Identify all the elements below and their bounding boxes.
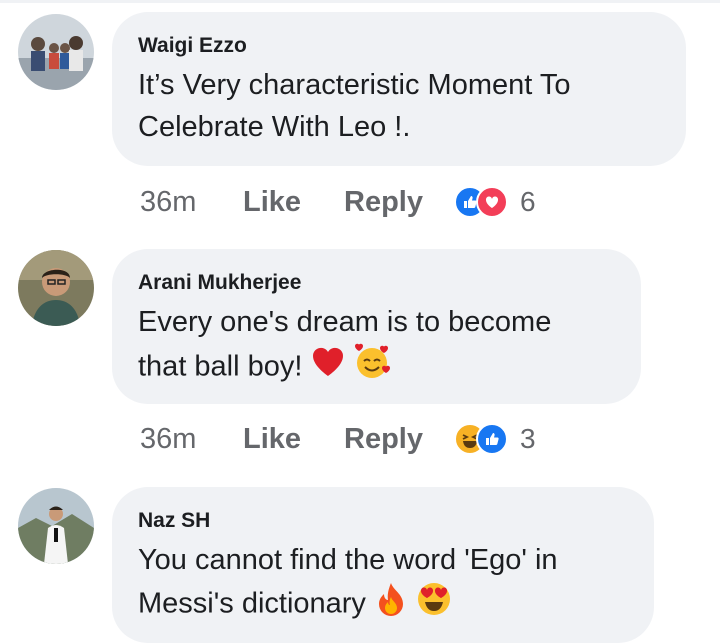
like-icon — [476, 423, 508, 455]
avatar[interactable] — [18, 488, 94, 564]
heart-eyes-emoji — [416, 581, 452, 629]
comment-timestamp[interactable]: 36m — [140, 186, 243, 219]
reply-button[interactable]: Reply — [344, 423, 454, 456]
comment-text: It’s Very characteristic Moment To Celeb… — [138, 64, 660, 148]
comment-line: that ball boy! — [138, 350, 303, 383]
reaction-count: 6 — [520, 186, 536, 217]
comment-author[interactable]: Waigi Ezzo — [138, 34, 660, 58]
comment-line: You cannot find the word 'Ego' in — [138, 544, 558, 576]
comment-timestamp[interactable]: 36m — [140, 423, 243, 456]
comment-author[interactable]: Naz SH — [138, 509, 628, 533]
comment-bubble: Naz SH You cannot find the word 'Ego' in… — [112, 487, 654, 643]
comment-actions: 36m Like Reply 3 — [140, 419, 536, 459]
love-icon — [476, 186, 508, 218]
family-photo-avatar-icon — [18, 14, 94, 90]
reaction-count: 3 — [520, 423, 536, 454]
like-button[interactable]: Like — [243, 186, 344, 219]
comment-line: It’s Very characteristic Moment To — [138, 69, 571, 101]
reactions-summary[interactable]: 3 — [454, 423, 536, 455]
comment-text: You cannot find the word 'Ego' in Messi'… — [138, 539, 628, 629]
comment-line: Celebrate With Leo !. — [138, 111, 411, 143]
avatar[interactable] — [18, 14, 94, 90]
comment-line: Messi's dictionary — [138, 587, 366, 620]
top-divider — [0, 0, 720, 3]
comment-bubble: Arani Mukherjee Every one's dream is to … — [112, 249, 641, 404]
comment-text: Every one's dream is to become that ball… — [138, 301, 615, 393]
reply-button[interactable]: Reply — [344, 186, 454, 219]
outdoor-portrait-avatar-icon — [18, 488, 94, 564]
comment-line: Every one's dream is to become — [138, 306, 552, 338]
man-portrait-avatar-icon — [18, 250, 94, 326]
comment-author[interactable]: Arani Mukherjee — [138, 271, 615, 295]
comment-line-with-emoji: that ball boy! — [138, 343, 615, 393]
like-button[interactable]: Like — [243, 423, 344, 456]
fire-emoji — [374, 581, 408, 629]
red-heart-emoji — [311, 346, 345, 390]
comment-bubble: Waigi Ezzo It’s Very characteristic Mome… — [112, 12, 686, 166]
reactions-summary[interactable]: 6 — [454, 186, 536, 218]
comment-line-with-emoji: Messi's dictionary — [138, 581, 628, 629]
comment-actions: 36m Like Reply 6 — [140, 182, 536, 222]
smiling-face-with-hearts-emoji — [353, 343, 391, 393]
avatar[interactable] — [18, 250, 94, 326]
